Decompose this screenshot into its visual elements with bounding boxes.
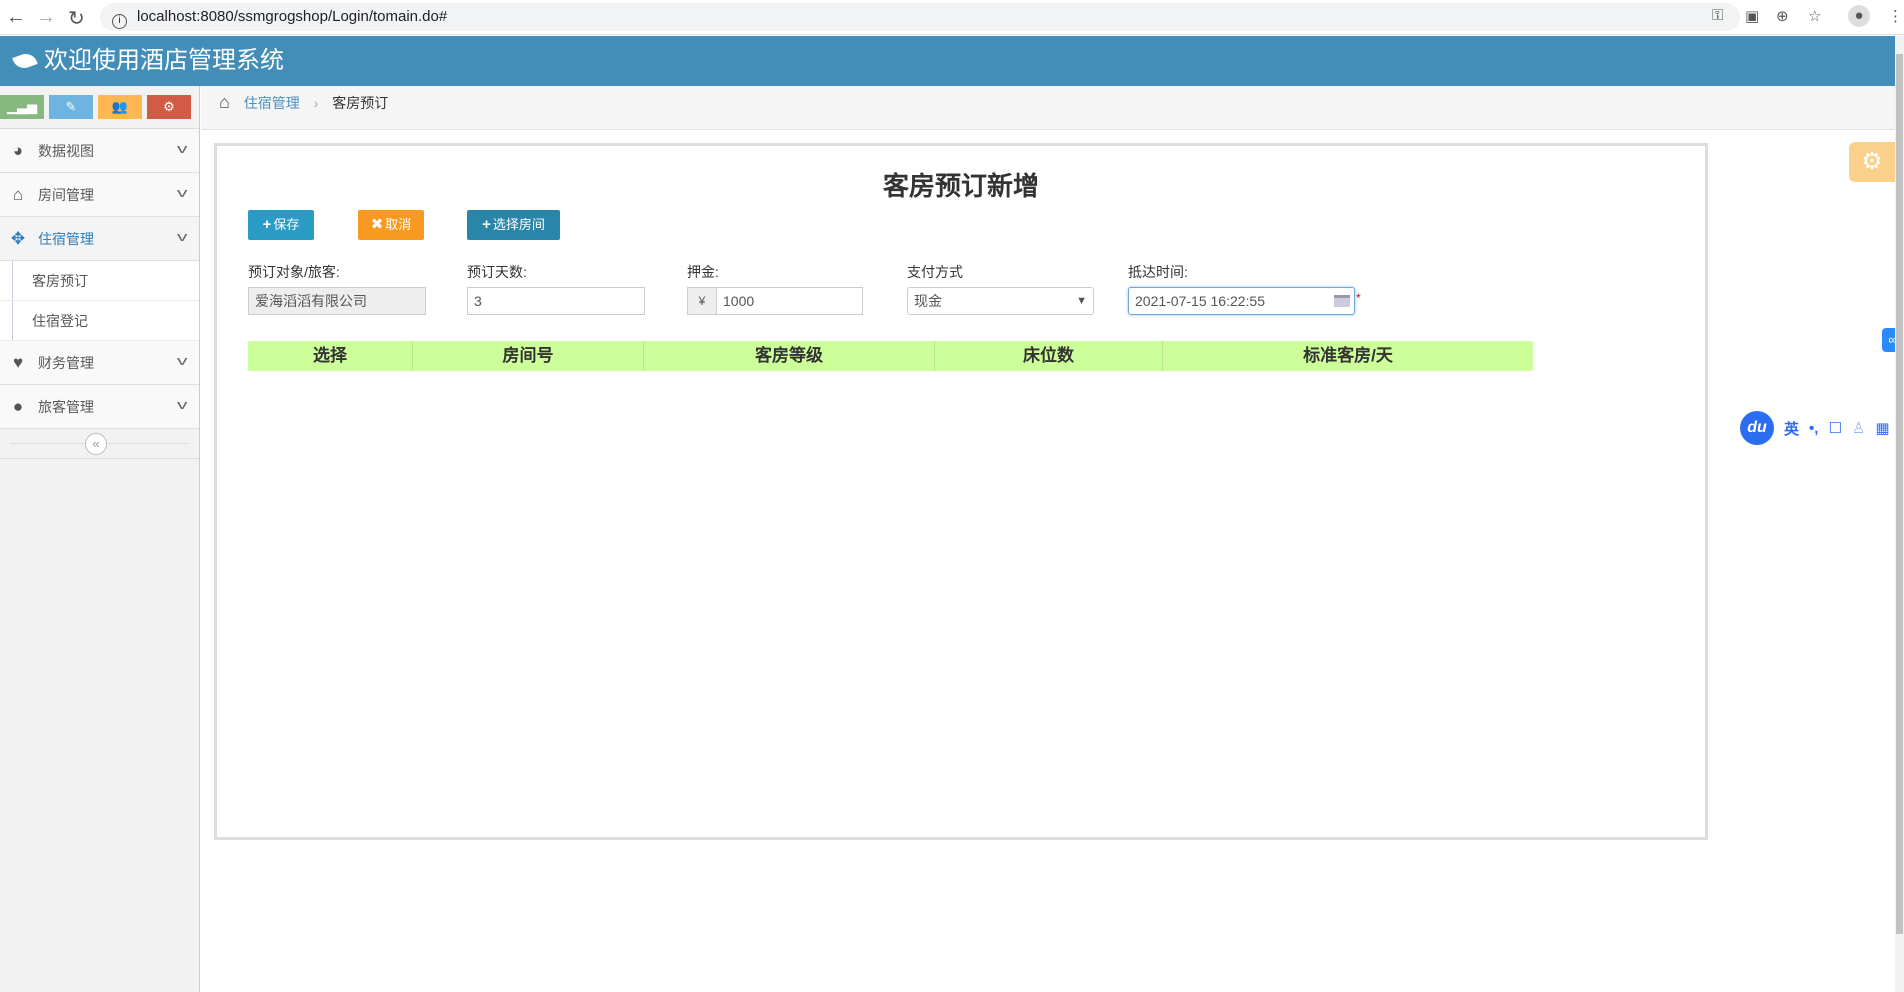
sidebar-item-room-management[interactable]: ⌂ 房间管理 v [0, 173, 199, 217]
choose-room-button[interactable]: + 选择房间 [467, 210, 560, 240]
cancel-button[interactable]: ✖ 取消 [358, 210, 424, 240]
column-header: 客房等级 [644, 341, 935, 371]
shortcut-buttons: ▁▃▅ ✎ 👥 ⚙ [0, 86, 199, 129]
room-table-header: 选择 房间号 客房等级 床位数 标准客房/天 [248, 341, 1533, 371]
profile-icon[interactable]: ● [1848, 5, 1870, 27]
sidebar-collapse: « [0, 429, 199, 459]
breadcrumb-parent[interactable]: 住宿管理 [244, 95, 300, 111]
sidebar-item-guests[interactable]: ● 旅客管理 v [0, 385, 199, 429]
sidebar-item-data-view[interactable]: ◕ 数据视图 v [0, 129, 199, 173]
app-header: 欢迎使用酒店管理系统 [0, 36, 1895, 86]
user-icon: ● [12, 396, 24, 416]
app-title: 欢迎使用酒店管理系统 [44, 47, 284, 74]
page-scrollbar[interactable] [1895, 36, 1904, 992]
ime-language-toggle[interactable]: 英 [1784, 418, 1799, 439]
chevron-down-icon: v [176, 141, 187, 156]
chevron-down-icon: ▼ [1076, 295, 1087, 307]
booking-form-panel: 客房预订新增 + 保存 ✖ 取消 + 选择房间 预订对象/旅客: 爱海滔滔有限公司 预… [214, 143, 1708, 840]
button-label: 选择房间 [492, 217, 545, 232]
breadcrumb-current: 客房预订 [332, 95, 389, 111]
days-field[interactable]: 3 [467, 287, 645, 315]
collapse-icon[interactable]: « [85, 433, 107, 455]
chevron-down-icon: v [176, 353, 187, 368]
guest-label: 预订对象/旅客: [248, 264, 340, 280]
settings-gear-icon[interactable]: ⚙ [1849, 142, 1895, 182]
days-label: 预订天数: [467, 264, 527, 280]
zoom-icon[interactable]: ⊕ [1776, 7, 1789, 25]
arrival-field[interactable]: 2021-07-15 16:22:55 [1128, 287, 1355, 315]
chevron-down-icon: v [176, 397, 187, 412]
ime-user-icon[interactable]: ♙ [1852, 419, 1865, 437]
chevron-down-icon: v [176, 229, 187, 244]
reload-icon[interactable]: ↻ [68, 6, 85, 31]
menu-label: 住宿管理 [38, 230, 94, 247]
menu-label: 财务管理 [38, 354, 94, 371]
chevron-down-icon: v [176, 185, 187, 200]
users-icon[interactable]: 👥 [98, 95, 142, 119]
cogs-icon[interactable]: ⚙ [147, 95, 191, 119]
leaf-icon [12, 50, 38, 72]
arrival-label: 抵达时间: [1128, 264, 1188, 280]
scrollbar-thumb[interactable] [1896, 54, 1903, 934]
currency-addon: ¥ [687, 287, 717, 315]
pencil-icon[interactable]: ✎ [49, 95, 93, 119]
baidu-ime-logo[interactable]: du [1740, 411, 1774, 445]
translate-icon[interactable]: ▣ [1745, 7, 1759, 25]
button-label: 保存 [273, 217, 300, 232]
signal-icon[interactable]: ▁▃▅ [0, 95, 44, 119]
close-icon: ✖ [370, 216, 384, 233]
dashboard-icon: ◕ [12, 140, 24, 160]
menu-label: 数据视图 [38, 142, 94, 159]
column-header: 房间号 [413, 341, 644, 371]
deposit-label: 押金: [687, 264, 719, 280]
column-header: 床位数 [935, 341, 1163, 371]
breadcrumb-separator: › [313, 95, 319, 111]
menu-icon[interactable]: ⋮ [1888, 7, 1903, 25]
back-icon[interactable]: ← [6, 6, 26, 29]
home-icon: ⌂ [12, 184, 24, 204]
payment-select[interactable]: 现金 ▼ [907, 287, 1094, 315]
heart-icon: ♥ [12, 352, 24, 372]
move-icon: ✥ [10, 228, 26, 248]
info-icon[interactable]: i [112, 14, 127, 29]
breadcrumb: ⌂ 住宿管理 › 客房预订 [201, 86, 1895, 130]
sidebar-subitem-room-booking[interactable]: 客房预订 [0, 261, 199, 301]
star-icon[interactable]: ☆ [1808, 7, 1821, 25]
sidebar: ▁▃▅ ✎ 👥 ⚙ ◕ 数据视图 v ⌂ 房间管理 v ✥ 住宿管理 v 客房预订 住宿登记… [0, 86, 200, 992]
guest-field[interactable]: 爱海滔滔有限公司 [248, 287, 426, 315]
address-bar[interactable]: i localhost:8080/ssmgrogshop/Login/tomain… [100, 3, 1740, 31]
calendar-icon[interactable] [1334, 295, 1350, 307]
required-mark: * [1356, 291, 1361, 305]
key-icon[interactable]: ⚿ [1712, 7, 1723, 24]
ime-cup-icon[interactable]: ☐ [1828, 419, 1841, 437]
column-header: 选择 [248, 341, 413, 371]
sidebar-subitem-checkin[interactable]: 住宿登记 [0, 301, 199, 341]
menu-label: 旅客管理 [38, 398, 94, 415]
ime-toolbar: du 英 •, ☐ ♙ ▦ [1740, 411, 1904, 445]
browser-toolbar: ← → ↻ i localhost:8080/ssmgrogshop/Login/… [0, 0, 1904, 35]
forward-icon[interactable]: → [36, 6, 56, 29]
page-title: 客房预订新增 [882, 171, 1039, 201]
menu-label: 房间管理 [38, 186, 94, 203]
home-icon[interactable]: ⌂ [219, 92, 230, 112]
ime-grid-icon[interactable]: ▦ [1875, 419, 1889, 437]
sidebar-item-finance[interactable]: ♥ 财务管理 v [0, 341, 199, 385]
arrival-value: 2021-07-15 16:22:55 [1135, 293, 1265, 309]
payment-label: 支付方式 [907, 264, 963, 280]
sidebar-item-lodging-management[interactable]: ✥ 住宿管理 v [0, 217, 199, 261]
plus-icon: + [262, 216, 272, 233]
column-header: 标准客房/天 [1303, 346, 1393, 365]
button-label: 取消 [385, 217, 412, 232]
ime-punctuation-toggle[interactable]: •, [1809, 420, 1818, 437]
url-text: localhost:8080/ssmgrogshop/Login/tomain.… [137, 8, 448, 25]
save-button[interactable]: + 保存 [248, 210, 314, 240]
deposit-field[interactable]: 1000 [716, 287, 863, 315]
plus-icon: + [482, 216, 491, 233]
payment-value: 现金 [914, 293, 942, 309]
